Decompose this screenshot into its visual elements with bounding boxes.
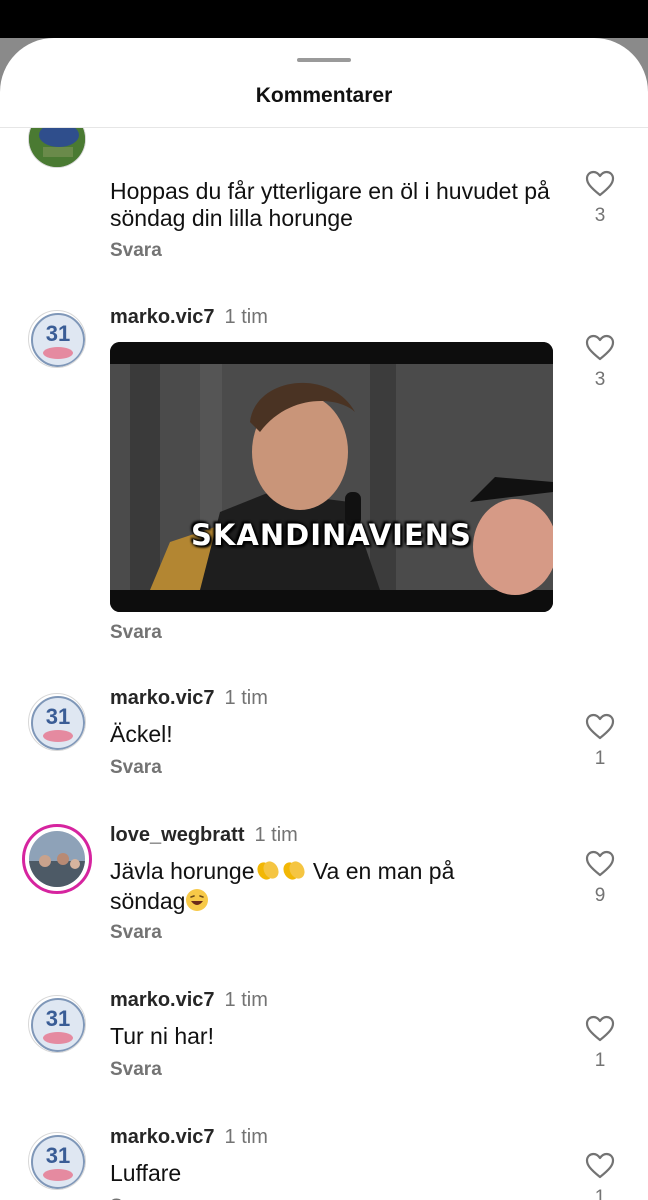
like-count: 1 [594,748,606,769]
comment-meta: marko.vic7 1 tim [110,306,268,329]
comment-meta: marko.vic7 1 tim [110,989,268,1012]
reply-button[interactable]: Svara [110,1059,162,1081]
like-count: 1 [594,1050,606,1071]
avatar-photo [29,128,85,167]
comment-meta: marko.vic7 1 tim [110,1126,268,1149]
team-logo-avatar: 31 [31,696,85,750]
heart-icon [585,1015,615,1042]
like-button[interactable]: 1 [584,1152,616,1200]
gif-attachment[interactable]: SKANDINAVIENS [110,342,553,612]
avatar-photo [29,831,85,887]
username[interactable]: marko.vic7 [110,306,215,328]
laughing-face-icon [185,888,209,918]
comment-meta: marko.vic7 1 tim [110,687,268,710]
like-count: 1 [594,1187,606,1200]
comment-meta: love_wegbratt 1 tim [110,824,298,847]
crowd-photo [29,831,85,887]
like-button[interactable]: 1 [584,1015,616,1072]
like-button[interactable]: 3 [584,334,616,391]
comment-text: Hoppas du får ytterligare en öl i huvude… [110,178,550,231]
username[interactable]: love_wegbratt [110,824,244,846]
timestamp: 1 tim [224,989,268,1011]
sheet-title: Kommentarer [255,84,393,107]
avatar-with-story-ring[interactable] [22,824,92,894]
comments-sheet: Kommentarer Hoppas du får ytterligare en… [0,38,648,1200]
timestamp: 1 tim [224,306,268,328]
team-logo-avatar: 31 [31,998,85,1052]
avatar[interactable] [28,128,86,168]
gif-image [110,342,553,612]
avatar[interactable]: 31 [28,995,86,1053]
clapping-hands-icon [281,858,307,888]
comment-text: Luffare [110,1160,182,1186]
comment-text: Jävla horunge Va en man på söndag [110,858,560,918]
like-count: 3 [594,369,606,390]
like-button[interactable]: 9 [584,850,616,907]
heart-icon [585,850,615,877]
username[interactable]: marko.vic7 [110,687,215,709]
username[interactable]: marko.vic7 [110,989,215,1011]
heart-icon [585,1152,615,1179]
sheet-drag-handle[interactable] [297,58,351,62]
reply-button[interactable]: Svara [110,922,162,944]
reply-button[interactable]: Svara [110,757,162,779]
like-button[interactable]: 3 [584,170,616,227]
comment-text-part: Jävla horunge [110,858,255,884]
comment-text: Äckel! [110,721,173,747]
comment-text-part: Va en man på [306,858,455,884]
status-bar [0,0,648,38]
timestamp: 1 tim [254,824,298,846]
heart-icon [585,170,615,197]
team-logo-avatar: 31 [31,313,85,367]
avatar[interactable]: 31 [28,310,86,368]
timestamp: 1 tim [224,687,268,709]
comment-text-part: söndag [110,888,186,914]
comments-list[interactable]: Hoppas du får ytterligare en öl i huvude… [0,128,648,1200]
svg-text:31: 31 [46,704,70,729]
clapping-hands-icon [255,858,281,888]
like-count: 3 [594,205,606,226]
reply-button[interactable]: Svara [110,622,162,644]
svg-text:31: 31 [46,1143,70,1168]
avatar[interactable]: 31 [28,1132,86,1190]
gif-caption: SKANDINAVIENS [191,518,472,552]
team-logo-avatar: 31 [31,1135,85,1189]
comment-text: Tur ni har! [110,1023,214,1049]
reply-button[interactable]: Svara [110,240,162,262]
svg-text:31: 31 [46,1006,70,1031]
avatar[interactable]: 31 [28,693,86,751]
heart-icon [585,713,615,740]
timestamp: 1 tim [224,1126,268,1148]
svg-text:31: 31 [46,321,70,346]
like-count: 9 [594,885,606,906]
reply-button[interactable]: Svara [110,1196,162,1200]
heart-icon [585,334,615,361]
username[interactable]: marko.vic7 [110,1126,215,1148]
like-button[interactable]: 1 [584,713,616,770]
